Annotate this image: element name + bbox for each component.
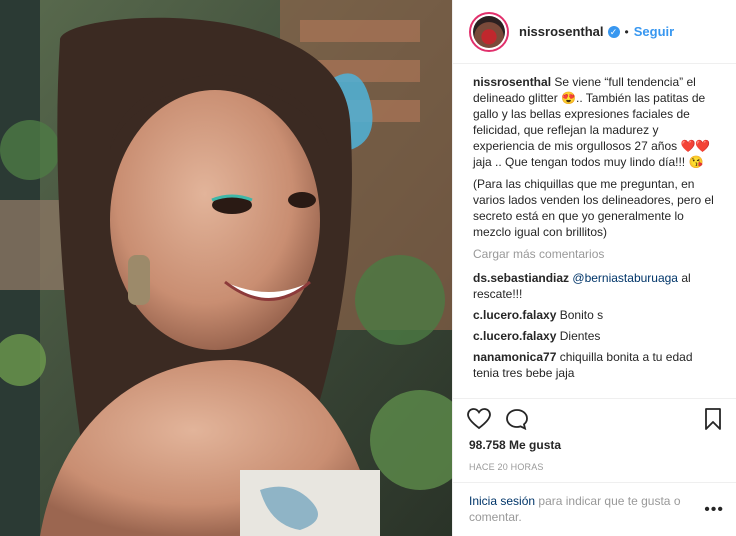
- save-button[interactable]: [704, 407, 722, 430]
- post-header: nissrosenthal ✓ • Seguir: [453, 0, 736, 64]
- login-prompt: Inicia sesión para indicar que te gusta …: [453, 482, 736, 536]
- action-bar: [453, 398, 736, 438]
- likes-count[interactable]: 98.758 Me gusta: [453, 438, 736, 458]
- comment-username[interactable]: c.lucero.falaxy: [473, 329, 556, 343]
- avatar-image: [473, 15, 505, 48]
- more-options-button[interactable]: •••: [704, 501, 724, 519]
- caption: nissrosenthal Se viene “full tendencia” …: [473, 74, 720, 170]
- header-username[interactable]: nissrosenthal: [519, 24, 604, 39]
- post-photo[interactable]: [0, 0, 452, 536]
- avatar[interactable]: [469, 11, 509, 52]
- caption-text-2: (Para las chiquillas que me preguntan, e…: [473, 177, 714, 239]
- login-link[interactable]: Inicia sesión: [469, 494, 535, 508]
- login-text: Inicia sesión para indicar que te gusta …: [469, 493, 694, 525]
- comment-text: Bonito s: [559, 308, 604, 322]
- comments-section: nissrosenthal Se viene “full tendencia” …: [453, 64, 736, 398]
- verified-icon: ✓: [607, 25, 620, 38]
- comment: ds.sebastiandiaz @berniastaburuaga al re…: [473, 270, 720, 302]
- heart-icon: [467, 407, 491, 429]
- instagram-post: nissrosenthal ✓ • Seguir nissrosenthal S…: [0, 0, 736, 536]
- post-side-panel: nissrosenthal ✓ • Seguir nissrosenthal S…: [452, 0, 736, 536]
- portrait-image: [0, 0, 452, 536]
- comment-username[interactable]: ds.sebastiandiaz: [473, 271, 569, 285]
- comment-username[interactable]: nanamonica77: [473, 350, 556, 364]
- comment: c.lucero.falaxy Bonito s: [473, 307, 720, 323]
- comment-username[interactable]: c.lucero.falaxy: [473, 308, 556, 322]
- load-more-comments-button[interactable]: Cargar más comentarios: [473, 246, 720, 262]
- follow-button[interactable]: Seguir: [634, 24, 674, 39]
- post-timestamp[interactable]: HACE 20 HORAS: [453, 458, 736, 482]
- comment-button[interactable]: [505, 408, 529, 430]
- caption-text: Se viene “full tendencia” el delineado g…: [473, 75, 711, 169]
- caption-username[interactable]: nissrosenthal: [473, 75, 551, 89]
- comment: nanamonica77 chiquilla bonita a tu edad …: [473, 349, 720, 381]
- comment: c.lucero.falaxy Dientes: [473, 328, 720, 344]
- bookmark-icon: [705, 407, 721, 430]
- separator-dot: •: [624, 24, 629, 39]
- comment-text: Dientes: [559, 329, 601, 343]
- comment-mention[interactable]: @berniastaburuaga: [572, 271, 678, 285]
- comment-icon: [506, 408, 528, 430]
- like-button[interactable]: [467, 407, 491, 430]
